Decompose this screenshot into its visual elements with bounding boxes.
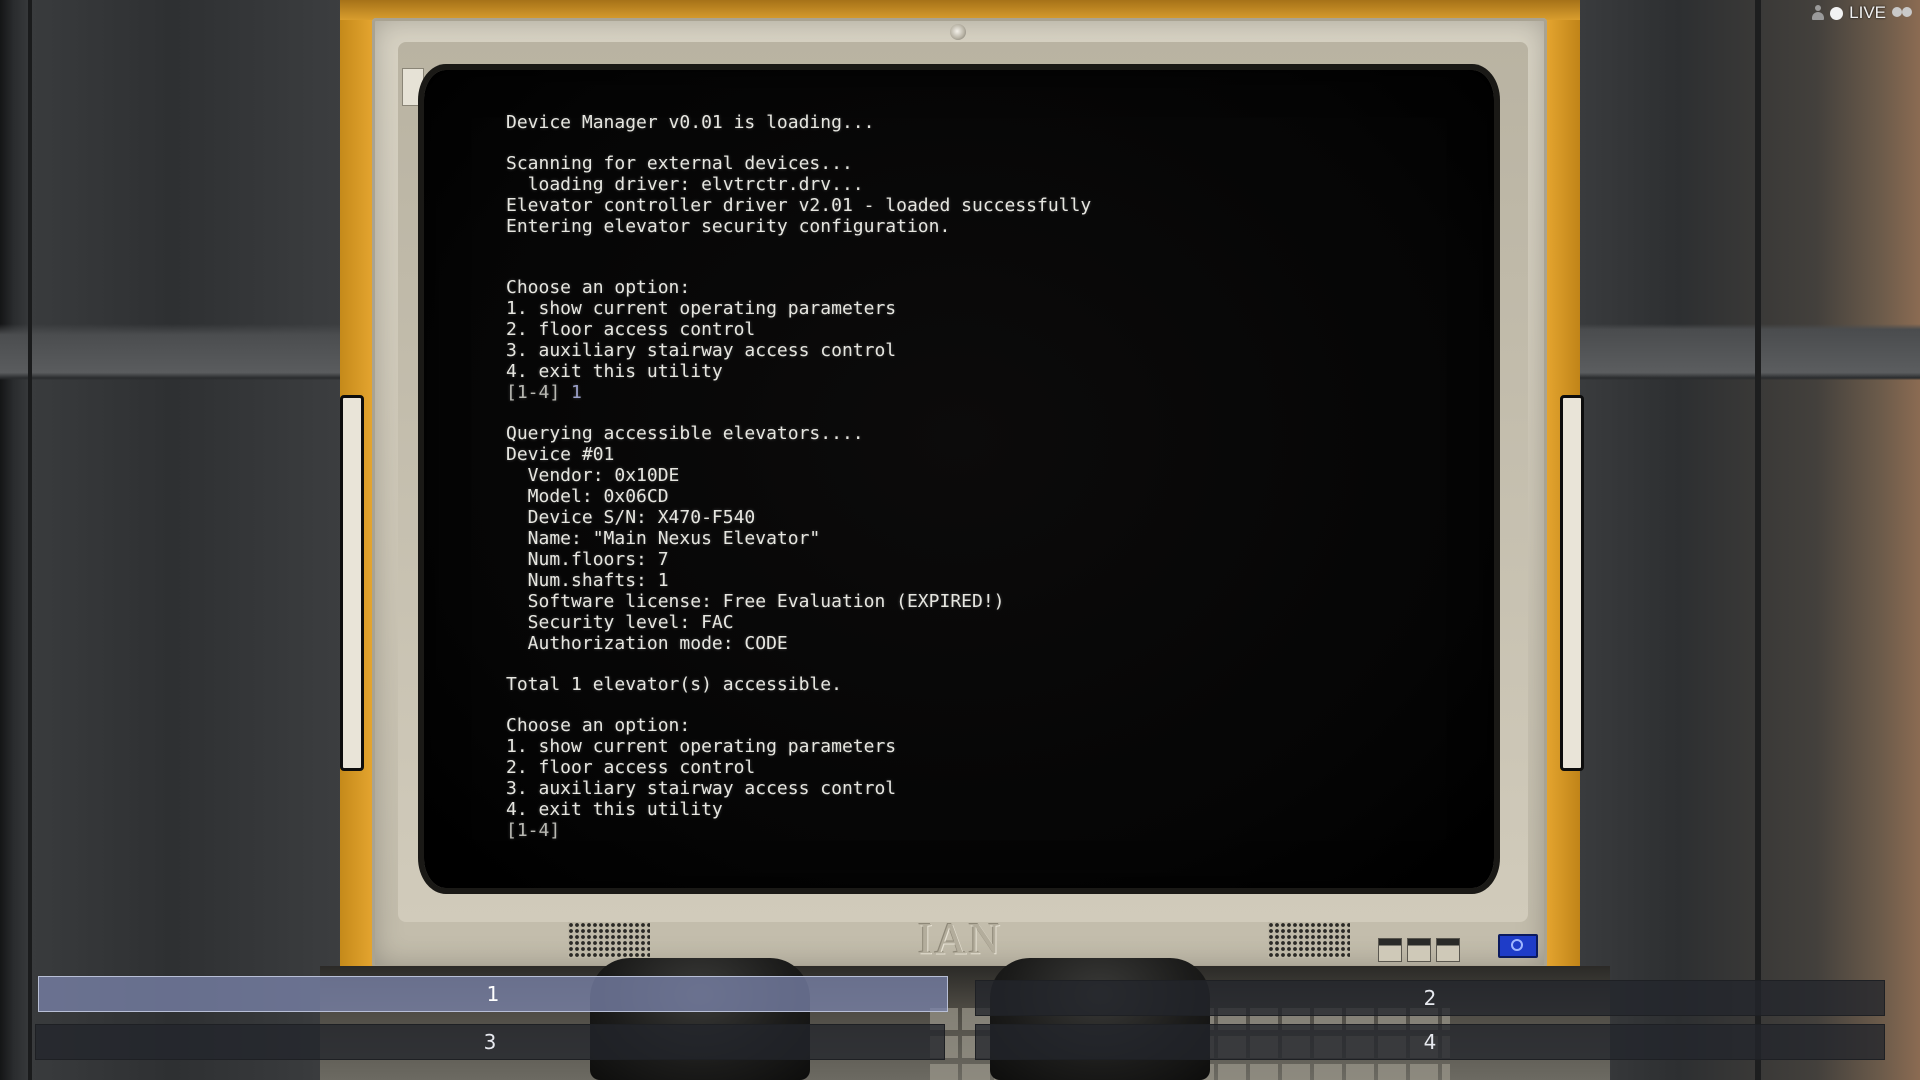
crt-screen: Device Manager v0.01 is loading... Scanni… [424,70,1494,888]
terminal-line: 2. floor access control [506,319,756,340]
choice-option-1[interactable]: 1 [38,976,948,1012]
terminal-line: Entering elevator security configuration… [506,216,951,237]
live-stream-indicator: LIVE [1812,2,1914,24]
monitor-control-knobs [1378,938,1488,991]
terminal-output: Device Manager v0.01 is loading... Scanni… [506,112,1456,841]
bezel-tab [402,68,424,106]
terminal-line: Choose an option: [506,715,691,736]
terminal-line: 1. show current operating parameters [506,736,897,757]
control-knob-icon [1378,938,1402,962]
terminal-line: Choose an option: [506,277,691,298]
terminal-line: Authorization mode: CODE [506,633,788,654]
choice-option-3[interactable]: 3 [35,1024,945,1060]
live-dot-icon [1830,6,1844,20]
terminal-line: 1. show current operating parameters [506,298,897,319]
terminal-line: 4. exit this utility [506,799,723,820]
terminal-line: 3. auxiliary stairway access control [506,340,897,361]
terminal-line: Querying accessible elevators.... [506,423,864,444]
wall-seam [1755,0,1761,1080]
game-scene: Device Manager v0.01 is loading... Scanni… [0,0,1920,1080]
terminal-line: 3. auxiliary stairway access control [506,778,897,799]
terminal-line: Model: 0x06CD [506,486,669,507]
power-indicator-light [1498,934,1538,958]
terminal-line: Device #01 [506,444,615,465]
power-icon [1511,939,1523,951]
left-speaker-grille [568,922,650,958]
terminal-line: 2. floor access control [506,757,756,778]
control-knob-icon [1436,938,1460,962]
choice-label: 1 [486,982,500,1006]
choice-label: 2 [1423,986,1437,1010]
terminal-line: 4. exit this utility [506,361,723,382]
terminal-line: Num.floors: 7 [506,549,669,570]
group-icon [1892,5,1914,21]
terminal-line: Device Manager v0.01 is loading... [506,112,875,133]
terminal-line: Total 1 elevator(s) accessible. [506,674,842,695]
monitor-brand-logo: IAN [917,914,1003,963]
choice-option-4[interactable]: 4 [975,1024,1885,1060]
terminal-line: Vendor: 0x10DE [506,465,680,486]
terminal-line: Device S/N: X470-F540 [506,507,756,528]
left-monitor-clamp [340,395,364,771]
monitor-housing-top [340,0,1580,20]
viewer-icon [1812,5,1825,21]
choice-label: 3 [483,1030,497,1054]
live-label: LIVE [1849,3,1886,22]
terminal-line: Scanning for external devices... [506,153,853,174]
control-knob-icon [1407,938,1431,962]
terminal-line: loading driver: elvtrctr.drv... [506,174,864,195]
terminal-line: Software license: Free Evaluation (EXPIR… [506,591,1005,612]
choice-option-2[interactable]: 2 [975,980,1885,1016]
bezel-screw-icon [950,24,966,40]
terminal-line: [1-4] 1 [506,382,582,403]
terminal-line: Security level: FAC [506,612,734,633]
left-wall-panel [0,0,345,1080]
wall-seam [28,0,32,1080]
terminal-line: Num.shafts: 1 [506,570,669,591]
terminal-line: [1-4] [506,820,561,841]
right-gloved-hand [990,958,1210,1080]
right-monitor-clamp [1560,395,1584,771]
terminal-line: Name: "Main Nexus Elevator" [506,528,821,549]
terminal-line: Elevator controller driver v2.01 - loade… [506,195,1092,216]
choice-label: 4 [1423,1030,1437,1054]
right-wall-panel [1575,0,1920,1080]
right-speaker-grille [1268,922,1350,958]
